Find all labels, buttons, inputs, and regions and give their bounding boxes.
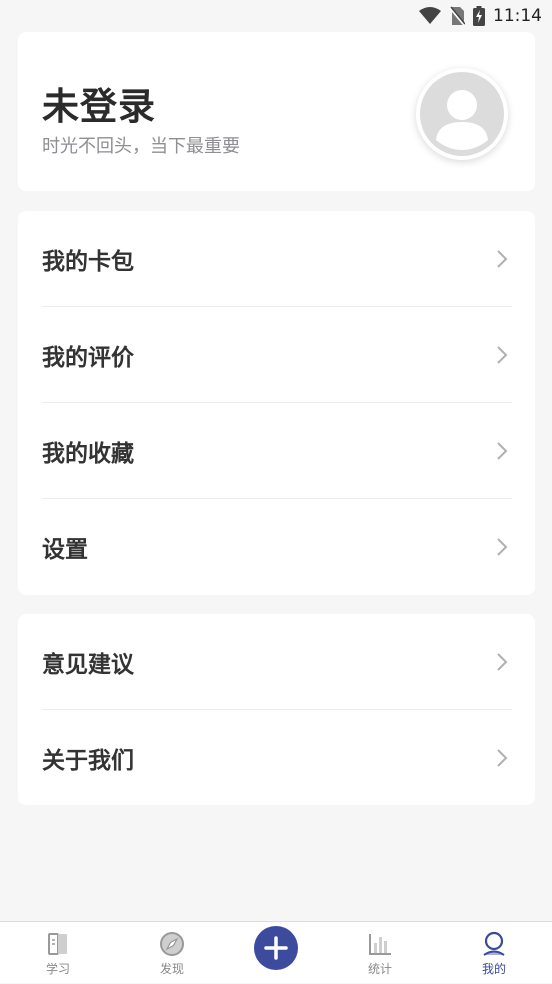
chevron-right-icon	[497, 653, 508, 671]
menu-group-main: 我的卡包 我的评价 我的收藏 设置	[18, 211, 535, 595]
tab-discover[interactable]: 发现	[132, 922, 212, 984]
wifi-icon	[419, 7, 441, 24]
menu-item-feedback[interactable]: 意见建议	[18, 614, 535, 710]
compass-icon	[160, 932, 184, 956]
user-icon	[483, 931, 505, 956]
menu-item-label: 我的收藏	[42, 441, 134, 467]
profile-motto: 时光不回头，当下最重要	[42, 136, 240, 157]
tab-statistics[interactable]: 统计	[340, 922, 420, 984]
chevron-right-icon	[497, 346, 508, 364]
tab-study[interactable]: 学习	[18, 922, 98, 984]
chevron-right-icon	[497, 749, 508, 767]
menu-item-settings[interactable]: 设置	[18, 499, 535, 595]
status-bar: 11:14	[0, 0, 552, 32]
chevron-right-icon	[497, 538, 508, 556]
tab-label: 统计	[367, 962, 392, 976]
profile-name[interactable]: 未登录	[42, 76, 156, 130]
tab-mine[interactable]: 我的	[454, 922, 534, 984]
add-button[interactable]	[254, 926, 298, 970]
book-icon	[48, 933, 67, 955]
avatar[interactable]	[416, 68, 508, 160]
menu-item-card-pack[interactable]: 我的卡包	[18, 211, 535, 307]
menu-item-label: 设置	[42, 537, 88, 563]
chevron-right-icon	[497, 250, 508, 268]
plus-icon	[264, 936, 288, 960]
profile-card[interactable]: 未登录 时光不回头，当下最重要	[18, 32, 535, 191]
battery-charging-icon	[473, 6, 485, 26]
tab-label: 学习	[45, 962, 70, 976]
bar-chart-icon	[369, 934, 391, 955]
menu-item-about-us[interactable]: 关于我们	[18, 710, 535, 806]
menu-item-reviews[interactable]: 我的评价	[18, 307, 535, 403]
no-sim-icon	[449, 6, 465, 26]
tab-label: 我的	[481, 962, 506, 976]
menu-item-label: 我的卡包	[42, 249, 134, 275]
menu-item-label: 我的评价	[42, 345, 134, 371]
chevron-right-icon	[497, 442, 508, 460]
user-avatar-icon	[420, 72, 504, 156]
status-time: 11:14	[493, 6, 542, 26]
menu-item-label: 意见建议	[42, 652, 134, 678]
menu-item-favorites[interactable]: 我的收藏	[18, 403, 535, 499]
menu-group-secondary: 意见建议 关于我们	[18, 614, 535, 805]
tab-label: 发现	[159, 962, 184, 976]
menu-item-label: 关于我们	[42, 748, 134, 774]
